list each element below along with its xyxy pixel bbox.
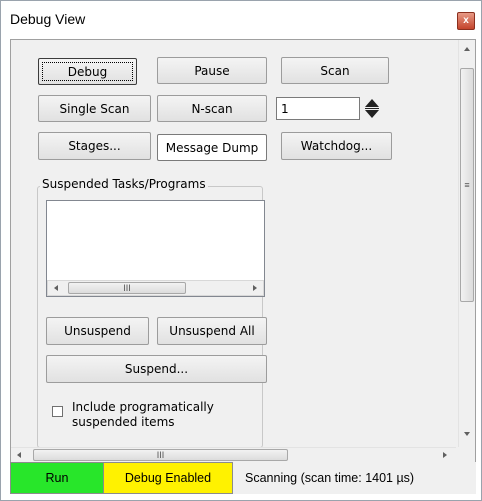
run-status: Run (10, 462, 104, 494)
spin-separator (365, 108, 379, 109)
unsuspend-all-button[interactable]: Unsuspend All (157, 317, 267, 345)
message-dump-button[interactable]: Message Dump (157, 134, 267, 161)
vertical-scrollbar[interactable]: ≡ (458, 40, 475, 447)
watchdog-button[interactable]: Watchdog... (281, 132, 392, 160)
scroll-up-icon[interactable] (464, 47, 470, 51)
scroll-left-icon[interactable] (54, 285, 58, 291)
unsuspend-button[interactable]: Unsuspend (46, 317, 149, 345)
status-bar: Run Debug Enabled Scanning (scan time: 1… (10, 462, 476, 494)
close-icon: x (463, 15, 469, 26)
list-scroll-thumb[interactable]: III (68, 282, 186, 294)
n-scan-count-input[interactable]: 1 (276, 97, 360, 120)
suspend-button[interactable]: Suspend... (46, 355, 267, 383)
horizontal-scrollbar[interactable]: III (11, 447, 456, 462)
stages-button[interactable]: Stages... (38, 132, 151, 160)
spin-down-icon[interactable] (365, 110, 379, 118)
horizontal-scroll-thumb[interactable]: III (33, 449, 288, 461)
content-panel: Debug Pause Scan Single Scan N-scan 1 St… (11, 40, 456, 447)
window-title: Debug View (10, 11, 86, 27)
pause-button[interactable]: Pause (157, 57, 267, 84)
include-programmatic-label: Include programatically suspended items (72, 400, 214, 430)
scroll-down-icon[interactable] (464, 432, 470, 436)
debug-button[interactable]: Debug (38, 58, 137, 85)
suspended-group-label: Suspended Tasks/Programs (40, 177, 208, 191)
main-scroll-left-icon[interactable] (17, 452, 21, 458)
n-scan-spinner[interactable] (365, 98, 379, 120)
vertical-scroll-thumb[interactable]: ≡ (460, 68, 474, 302)
debug-enabled-status: Debug Enabled (104, 462, 233, 494)
client-area: Debug Pause Scan Single Scan N-scan 1 St… (10, 39, 476, 463)
list-horizontal-scrollbar[interactable]: III (47, 280, 264, 296)
title-bar[interactable]: Debug View x (1, 1, 481, 39)
main-scroll-right-icon[interactable] (443, 452, 447, 458)
scan-button[interactable]: Scan (281, 57, 389, 84)
scroll-right-icon[interactable] (253, 285, 257, 291)
include-programmatic-checkbox[interactable] (52, 406, 63, 417)
include-label-line1: Include programatically (72, 400, 214, 414)
include-label-line2: suspended items (72, 415, 175, 429)
scan-time-status: Scanning (scan time: 1401 µs) (245, 471, 415, 485)
spin-up-icon[interactable] (365, 99, 379, 107)
close-button[interactable]: x (457, 12, 475, 30)
single-scan-button[interactable]: Single Scan (38, 95, 151, 122)
n-scan-button[interactable]: N-scan (157, 95, 267, 122)
debug-view-window: Debug View x Debug Pause Scan Single Sca… (0, 0, 482, 501)
